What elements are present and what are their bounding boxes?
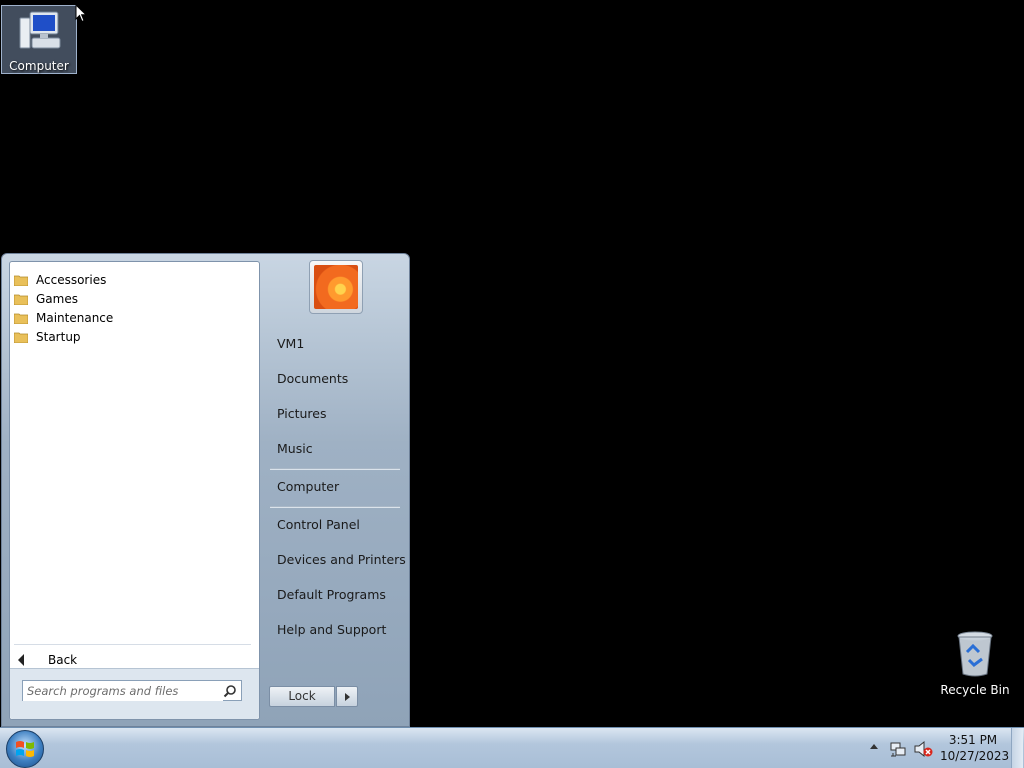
programs-pane: Accessories Games Maintenance Startup Ba… [9,261,260,720]
program-item-label: Games [36,292,78,306]
clock-time: 3:51 PM [948,733,998,747]
flower-avatar-icon [314,265,358,309]
program-item-accessories[interactable]: Accessories [14,271,106,289]
user-picture[interactable] [309,260,363,314]
shutdown-options-button[interactable] [336,686,358,707]
search-input[interactable] [23,680,223,701]
divider [270,468,400,470]
search-icon[interactable] [223,684,237,698]
program-item-maintenance[interactable]: Maintenance [14,309,113,327]
show-hidden-icons-arrow[interactable] [870,744,878,749]
start-menu: Accessories Games Maintenance Startup Ba… [1,253,410,727]
clock[interactable]: 3:51 PM 10/27/2023 [940,732,1010,764]
start-button[interactable] [6,730,44,768]
right-item-pictures[interactable]: Pictures [277,404,327,424]
computer-icon [19,11,61,49]
mouse-cursor-icon [75,4,87,23]
program-item-games[interactable]: Games [14,290,78,308]
program-item-startup[interactable]: Startup [14,328,81,346]
chevron-right-icon [344,692,350,701]
search-box[interactable] [22,680,242,701]
show-desktop-button[interactable] [1011,728,1023,768]
right-item-music[interactable]: Music [277,439,313,459]
right-item-default-programs[interactable]: Default Programs [277,585,386,605]
right-item-devices-and-printers[interactable]: Devices and Printers [277,550,406,570]
desktop-icon-label: Computer [9,59,69,73]
back-arrow-icon [18,654,24,666]
desktop-icon-recycle-bin[interactable]: Recycle Bin [937,630,1013,697]
desktop-icon-label: Recycle Bin [940,683,1010,697]
recycle-bin-icon [957,631,993,677]
volume-muted-icon[interactable] [913,740,933,758]
network-icon[interactable] [889,740,907,758]
folder-icon [14,275,28,286]
divider [14,644,251,645]
folder-icon [14,332,28,343]
back-label: Back [48,653,78,667]
program-item-label: Startup [36,330,81,344]
right-item-control-panel[interactable]: Control Panel [277,515,360,535]
clock-date: 10/27/2023 [940,749,1010,763]
folder-icon [14,294,28,305]
program-item-label: Accessories [36,273,107,287]
windows-logo-icon [16,741,34,757]
right-item-vm1[interactable]: VM1 [277,334,304,354]
lock-button[interactable]: Lock [269,686,335,707]
program-item-label: Maintenance [36,311,114,325]
right-item-computer[interactable]: Computer [277,477,339,497]
back-button[interactable]: Back [18,650,77,670]
taskbar: 3:51 PM 10/27/2023 [0,727,1024,768]
desktop-icon-computer[interactable]: Computer [1,5,77,74]
right-item-help-and-support[interactable]: Help and Support [277,620,386,640]
search-area [10,668,259,719]
right-item-documents[interactable]: Documents [277,369,348,389]
folder-icon [14,313,28,324]
divider [270,506,400,508]
